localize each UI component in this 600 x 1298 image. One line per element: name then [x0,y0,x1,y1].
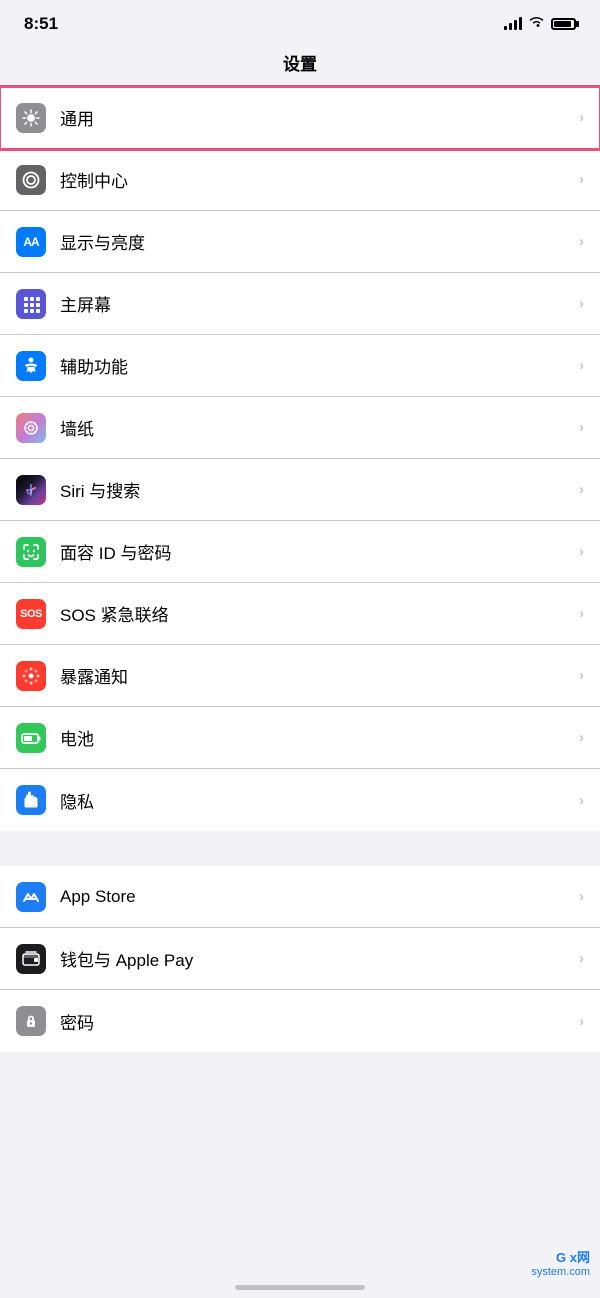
display-chevron: › [579,233,584,250]
wallpaper-label: 墙纸 [60,415,571,440]
display-label: 显示与亮度 [60,229,571,254]
control-center-label: 控制中心 [60,167,571,192]
siri-label: Siri 与搜索 [60,477,571,502]
accessibility-icon [16,351,46,381]
settings-item-siri[interactable]: Siri 与搜索 › [0,459,600,521]
appstore-icon [16,882,46,912]
passwords-chevron: › [579,1013,584,1030]
settings-item-battery[interactable]: 电池 › [0,707,600,769]
homescreen-chevron: › [579,295,584,312]
settings-item-wallet[interactable]: 钱包与 Apple Pay › [0,928,600,990]
settings-item-exposure[interactable]: 暴露通知 › [0,645,600,707]
battery-settings-icon [16,723,46,753]
settings-section-1: 通用 › 控制中心 › AA 显示与亮度 › [0,87,600,831]
siri-icon [16,475,46,505]
status-icons [504,17,576,32]
homescreen-label: 主屏幕 [60,291,571,316]
battery-chevron: › [579,729,584,746]
settings-item-display[interactable]: AA 显示与亮度 › [0,211,600,273]
wallet-label: 钱包与 Apple Pay [60,946,571,971]
faceid-icon [16,537,46,567]
control-center-chevron: › [579,171,584,188]
watermark: G x网 system.com [531,1247,590,1278]
sos-icon: SOS [16,599,46,629]
settings-item-passwords[interactable]: 密码 › [0,990,600,1052]
faceid-chevron: › [579,543,584,560]
sos-label: SOS 紧急联络 [60,601,571,626]
page-title: 设置 [0,42,600,87]
faceid-label: 面容 ID 与密码 [60,539,571,564]
sos-chevron: › [579,605,584,622]
wallpaper-chevron: › [579,419,584,436]
siri-chevron: › [579,481,584,498]
settings-item-sos[interactable]: SOS SOS 紧急联络 › [0,583,600,645]
general-label: 通用 [60,105,571,130]
accessibility-chevron: › [579,357,584,374]
settings-item-appstore[interactable]: App Store › [0,866,600,928]
privacy-label: 隐私 [60,788,571,813]
settings-item-homescreen[interactable]: 主屏幕 › [0,273,600,335]
exposure-label: 暴露通知 [60,663,571,688]
passwords-icon [16,1006,46,1036]
exposure-chevron: › [579,667,584,684]
settings-item-privacy[interactable]: 隐私 › [0,769,600,831]
settings-item-control-center[interactable]: 控制中心 › [0,149,600,211]
appstore-chevron: › [579,888,584,905]
accessibility-label: 辅助功能 [60,353,571,378]
settings-list-1: 通用 › 控制中心 › AA 显示与亮度 › [0,87,600,831]
control-center-icon [16,165,46,195]
general-icon [16,103,46,133]
settings-list-2: App Store › 钱包与 Apple Pay › [0,866,600,1052]
display-icon: AA [16,227,46,257]
settings-section-2: App Store › 钱包与 Apple Pay › [0,866,600,1052]
passwords-label: 密码 [60,1009,571,1034]
wallpaper-icon [16,413,46,443]
privacy-icon [16,785,46,815]
homescreen-icon [16,289,46,319]
signal-icon [504,18,522,30]
settings-item-faceid[interactable]: 面容 ID 与密码 › [0,521,600,583]
appstore-label: App Store [60,887,571,907]
wallet-chevron: › [579,950,584,967]
status-time: 8:51 [24,14,58,34]
privacy-chevron: › [579,792,584,809]
settings-item-wallpaper[interactable]: 墙纸 › [0,397,600,459]
settings-item-accessibility[interactable]: 辅助功能 › [0,335,600,397]
exposure-icon [16,661,46,691]
wifi-icon [528,15,545,32]
wallet-icon [16,944,46,974]
settings-item-general[interactable]: 通用 › [0,87,600,149]
battery-label: 电池 [60,725,571,750]
battery-icon [551,18,576,30]
home-indicator [235,1285,365,1290]
general-chevron: › [579,109,584,126]
status-bar: 8:51 [0,0,600,42]
